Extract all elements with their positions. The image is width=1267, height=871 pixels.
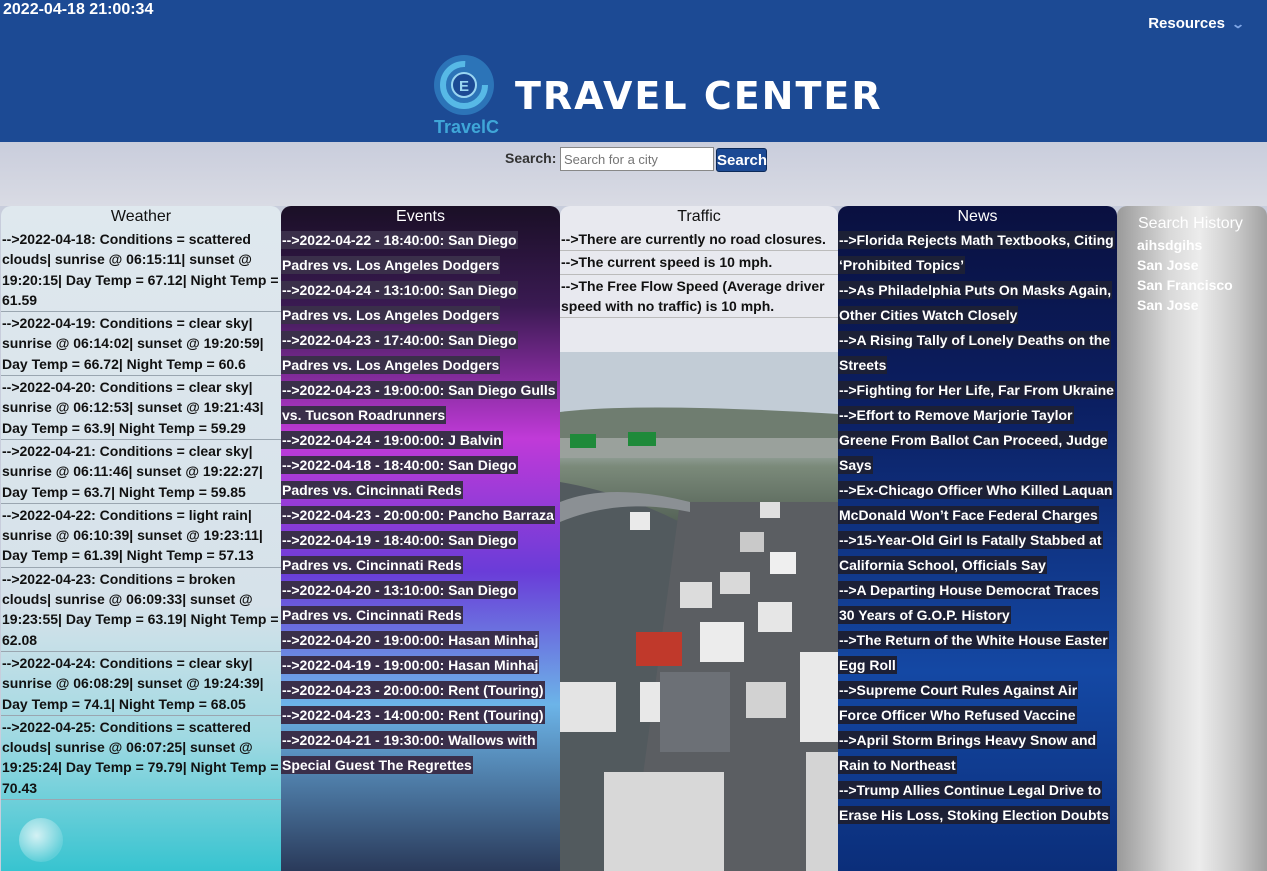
weather-item: -->2022-04-23: Conditions = broken cloud… [1,568,281,652]
news-item[interactable]: -->The Return of the White House Easter … [838,628,1117,678]
traffic-item: -->The Free Flow Speed (Average driver s… [560,275,838,319]
chevron-down-icon: ⌄ [1230,16,1246,31]
news-title: News [957,208,998,225]
history-item[interactable]: aihsdgihs [1117,235,1267,255]
news-item[interactable]: -->Effort to Remove Marjorie Taylor Gree… [838,403,1117,478]
event-text: -->2022-04-23 - 17:40:00: San Diego Padr… [281,331,518,374]
search-button[interactable]: Search [716,148,767,172]
weather-item: -->2022-04-20: Conditions = clear sky| s… [1,376,281,440]
event-item[interactable]: -->2022-04-23 - 19:00:00: San Diego Gull… [281,378,560,428]
weather-item: -->2022-04-24: Conditions = clear sky| s… [1,652,281,716]
news-text: -->15-Year-Old Girl Is Fatally Stabbed a… [838,531,1103,574]
news-item[interactable]: -->A Departing House Democrat Traces 30 … [838,578,1117,628]
news-panel: News -->Florida Rejects Math Textbooks, … [838,206,1117,871]
page-title: TRAVEL CENTER [515,74,883,118]
resources-label: Resources [1148,15,1225,32]
news-item[interactable]: -->A Rising Tally of Lonely Deaths on th… [838,328,1117,378]
news-item[interactable]: -->Supreme Court Rules Against Air Force… [838,678,1117,728]
news-item[interactable]: -->Trump Allies Continue Legal Drive to … [838,778,1117,828]
search-label: Search: [505,150,557,166]
logo-text: TravelC [434,117,500,137]
event-text: -->2022-04-22 - 18:40:00: San Diego Padr… [281,231,518,274]
event-text: -->2022-04-23 - 19:00:00: San Diego Gull… [281,381,557,424]
event-item[interactable]: -->2022-04-20 - 19:00:00: Hasan Minhaj [281,628,560,653]
event-text: -->2022-04-23 - 20:00:00: Rent (Touring) [281,681,545,699]
news-text: -->Ex-Chicago Officer Who Killed Laquan … [838,481,1114,524]
weather-panel: Weather -->2022-04-18: Conditions = scat… [1,206,281,871]
event-item[interactable]: -->2022-04-24 - 19:00:00: J Balvin [281,428,560,453]
event-item[interactable]: -->2022-04-21 - 19:30:00: Wallows with S… [281,728,560,778]
news-item[interactable]: -->Fighting for Her Life, Far From Ukrai… [838,378,1117,403]
news-text: -->Supreme Court Rules Against Air Force… [838,681,1079,724]
event-item[interactable]: -->2022-04-24 - 13:10:00: San Diego Padr… [281,278,560,328]
traffic-panel: Traffic -->There are currently no road c… [560,206,838,871]
page-header: 2022-04-18 21:00:34 Resources ⌄ E Travel… [0,0,1267,142]
history-item[interactable]: San Jose [1117,255,1267,275]
event-item[interactable]: -->2022-04-23 - 14:00:00: Rent (Touring) [281,703,560,728]
event-text: -->2022-04-20 - 13:10:00: San Diego Padr… [281,581,518,624]
event-text: -->2022-04-23 - 20:00:00: Pancho Barraza [281,506,555,524]
decorative-bubble [19,818,63,862]
event-text: -->2022-04-18 - 18:40:00: San Diego Padr… [281,456,518,499]
history-item[interactable]: San Jose [1117,295,1267,315]
news-text: -->A Departing House Democrat Traces 30 … [838,581,1100,624]
news-text: -->The Return of the White House Easter … [838,631,1109,674]
logo-letter: E [459,78,469,95]
news-text: -->Florida Rejects Math Textbooks, Citin… [838,231,1115,274]
event-item[interactable]: -->2022-04-19 - 18:40:00: San Diego Padr… [281,528,560,578]
event-item[interactable]: -->2022-04-22 - 18:40:00: San Diego Padr… [281,228,560,278]
events-title: Events [396,208,445,225]
event-text: -->2022-04-24 - 13:10:00: San Diego Padr… [281,281,518,324]
news-item[interactable]: -->Ex-Chicago Officer Who Killed Laquan … [838,478,1117,528]
news-text: -->A Rising Tally of Lonely Deaths on th… [838,331,1112,374]
resources-menu[interactable]: Resources ⌄ [1148,15,1246,32]
news-item[interactable]: -->Florida Rejects Math Textbooks, Citin… [838,228,1117,278]
traffic-item: -->There are currently no road closures. [560,228,838,252]
news-text: -->Fighting for Her Life, Far From Ukrai… [838,381,1115,399]
search-history-panel: Search History aihsdgihs San Jose San Fr… [1117,206,1267,871]
weather-item: -->2022-04-19: Conditions = clear sky| s… [1,312,281,377]
event-text: -->2022-04-23 - 14:00:00: Rent (Touring) [281,706,545,724]
weather-item: -->2022-04-18: Conditions = scattered cl… [1,228,281,313]
event-item[interactable]: -->2022-04-20 - 13:10:00: San Diego Padr… [281,578,560,628]
weather-item: -->2022-04-21: Conditions = clear sky| s… [1,440,281,504]
event-item[interactable]: -->2022-04-23 - 20:00:00: Pancho Barraza [281,503,560,528]
traffic-title: Traffic [677,208,721,225]
search-history-title: Search History [1138,215,1243,232]
event-text: -->2022-04-24 - 19:00:00: J Balvin [281,431,503,449]
event-text: -->2022-04-19 - 18:40:00: San Diego Padr… [281,531,518,574]
event-text: -->2022-04-20 - 19:00:00: Hasan Minhaj [281,631,540,649]
event-text: -->2022-04-19 - 19:00:00: Hasan Minhaj [281,656,540,674]
news-text: -->April Storm Brings Heavy Snow and Rai… [838,731,1098,774]
weather-title: Weather [110,208,172,225]
traffic-item: -->The current speed is 10 mph. [560,251,838,275]
news-item[interactable]: -->15-Year-Old Girl Is Fatally Stabbed a… [838,528,1117,578]
events-panel: Events -->2022-04-22 - 18:40:00: San Die… [281,206,560,871]
event-item[interactable]: -->2022-04-18 - 18:40:00: San Diego Padr… [281,453,560,503]
event-item[interactable]: -->2022-04-19 - 19:00:00: Hasan Minhaj [281,653,560,678]
event-item[interactable]: -->2022-04-23 - 17:40:00: San Diego Padr… [281,328,560,378]
current-datetime: 2022-04-18 21:00:34 [3,1,154,18]
news-text: -->As Philadelphia Puts On Masks Again, … [838,281,1113,324]
weather-item: -->2022-04-25: Conditions = scattered cl… [1,716,281,801]
event-item[interactable]: -->2022-04-23 - 20:00:00: Rent (Touring) [281,678,560,703]
event-text: -->2022-04-21 - 19:30:00: Wallows with S… [281,731,537,774]
traffic-photo [560,352,838,871]
news-item[interactable]: -->April Storm Brings Heavy Snow and Rai… [838,728,1117,778]
weather-item: -->2022-04-22: Conditions = light rain| … [1,504,281,568]
news-text: -->Effort to Remove Marjorie Taylor Gree… [838,406,1109,474]
news-text: -->Trump Allies Continue Legal Drive to … [838,781,1110,824]
news-item[interactable]: -->As Philadelphia Puts On Masks Again, … [838,278,1117,328]
search-input[interactable] [560,147,714,171]
history-item[interactable]: San Francisco [1117,275,1267,295]
